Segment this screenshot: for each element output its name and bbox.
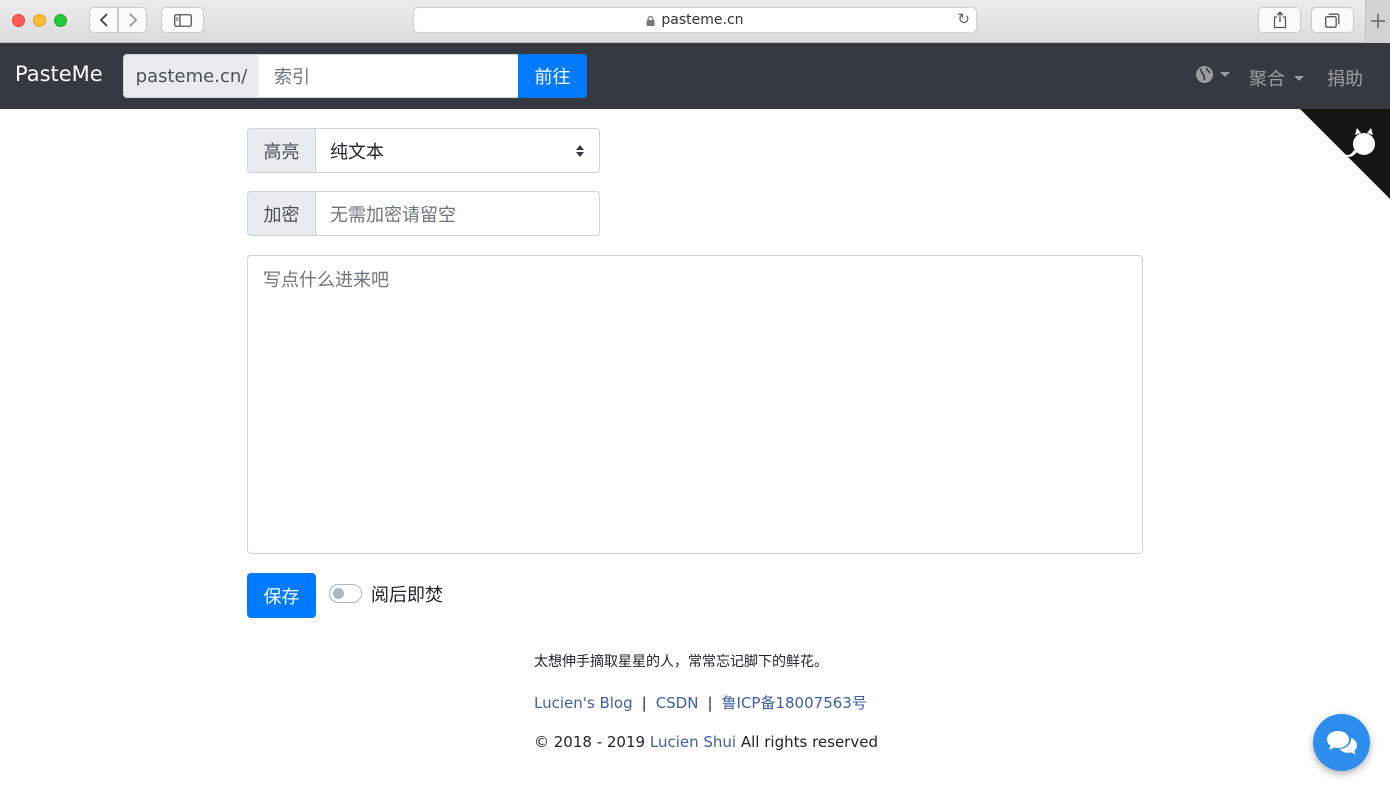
footer-link-blog[interactable]: Lucien's Blog <box>534 694 633 712</box>
footer-copyright: © 2018 - 2019 Lucien Shui All rights res… <box>534 733 878 751</box>
forward-button[interactable] <box>118 7 147 33</box>
globe-icon <box>1196 66 1213 83</box>
password-input[interactable]: 无需加密请留空 <box>316 191 600 236</box>
donate-link[interactable]: 捐助 <box>1327 65 1363 91</box>
theme-dropdown[interactable] <box>1195 65 1230 84</box>
url-prefix-label: pasteme.cn/ <box>123 54 260 98</box>
copyright-suffix: All rights reserved <box>740 733 878 751</box>
footer-quote: 太想伸手摘取星星的人，常常忘记脚下的鲜花。 <box>534 654 828 670</box>
address-bar[interactable]: pasteme.cn ↻ <box>413 7 977 33</box>
highlight-selected-value: 纯文本 <box>330 141 384 163</box>
chat-button[interactable] <box>1313 714 1370 771</box>
highlight-group: 高亮 纯文本 <box>247 128 600 173</box>
index-input-placeholder: 索引 <box>274 67 310 88</box>
toggle-knob <box>333 588 344 599</box>
index-input[interactable]: 索引 <box>259 54 519 98</box>
close-window-button[interactable] <box>12 14 25 27</box>
show-tabs-button[interactable] <box>1311 7 1354 33</box>
navbar: PasteMe pasteme.cn/ 索引 前往 聚合 捐助 <box>0 43 1390 109</box>
share-icon <box>1273 11 1286 29</box>
go-button[interactable]: 前往 <box>518 54 587 98</box>
highlight-label: 高亮 <box>247 128 316 173</box>
chat-bubbles-icon <box>1326 730 1357 754</box>
github-corner-icon[interactable] <box>1300 109 1390 199</box>
highlight-select[interactable]: 纯文本 <box>316 128 600 173</box>
aggregate-label: 聚合 <box>1249 69 1285 90</box>
sidebar-icon <box>173 13 192 27</box>
minimize-window-button[interactable] <box>33 14 46 27</box>
tabs-icon <box>1325 13 1340 28</box>
chevron-right-icon <box>128 13 137 27</box>
footer-link-icp[interactable]: 鲁ICP备18007563号 <box>722 694 867 712</box>
new-tab-button[interactable]: + <box>1365 0 1390 43</box>
sidebar-toggle-button[interactable] <box>161 7 204 33</box>
aggregate-dropdown[interactable]: 聚合 <box>1249 65 1304 91</box>
back-button[interactable] <box>89 7 118 33</box>
chevron-left-icon <box>99 13 108 27</box>
footer-separator: | <box>707 694 713 712</box>
save-button[interactable]: 保存 <box>247 573 316 618</box>
password-group: 加密 无需加密请留空 <box>247 191 600 236</box>
brand-logo[interactable]: PasteMe <box>15 62 103 86</box>
content-textarea[interactable]: 写点什么进来吧 <box>247 255 1143 554</box>
caret-down-icon <box>1294 75 1304 81</box>
password-placeholder: 无需加密请留空 <box>330 204 456 226</box>
footer-separator: | <box>641 694 647 712</box>
share-button[interactable] <box>1258 7 1301 33</box>
lock-icon <box>646 16 655 26</box>
copyright-author-link[interactable]: Lucien Shui <box>650 733 736 751</box>
browser-toolbar: pasteme.cn ↻ + <box>0 0 1390 43</box>
burn-after-read-label[interactable]: 阅后即焚 <box>371 581 443 607</box>
caret-down-icon <box>1220 72 1230 77</box>
burn-after-read-toggle[interactable] <box>329 584 362 603</box>
select-arrows-icon <box>576 145 584 157</box>
address-text: pasteme.cn <box>661 12 744 28</box>
footer-links: Lucien's Blog | CSDN | 鲁ICP备18007563号 <box>534 692 867 713</box>
footer-link-csdn[interactable]: CSDN <box>656 694 699 712</box>
copyright-prefix: © 2018 - 2019 <box>534 733 646 751</box>
content-placeholder: 写点什么进来吧 <box>263 270 389 291</box>
maximize-window-button[interactable] <box>54 14 67 27</box>
password-label: 加密 <box>247 191 316 236</box>
reload-icon[interactable]: ↻ <box>957 10 970 28</box>
